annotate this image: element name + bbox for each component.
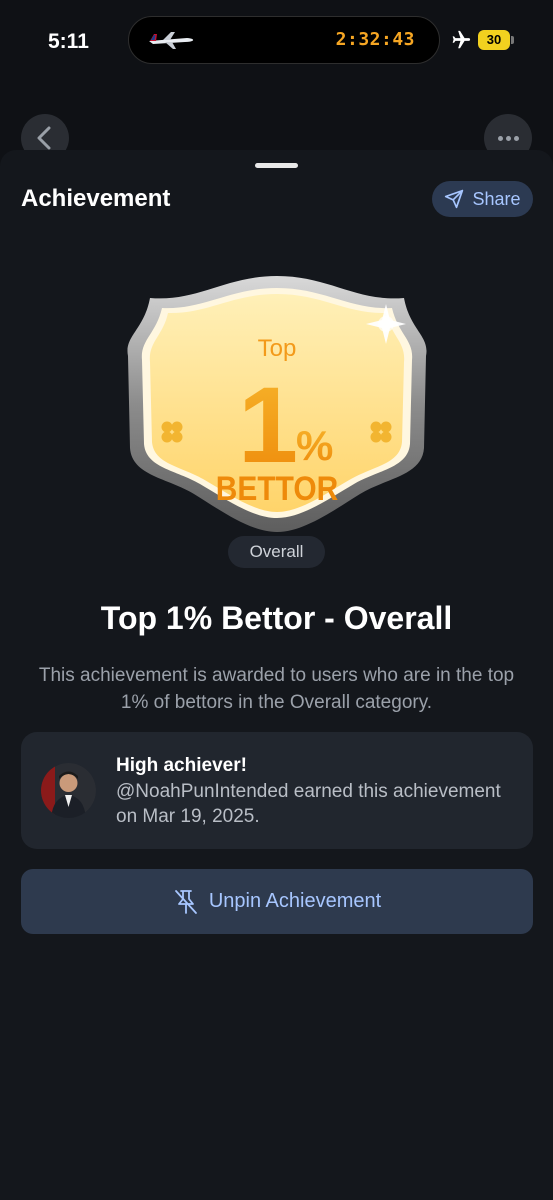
achievement-title: Top 1% Bettor - Overall (100, 600, 453, 636)
send-icon (445, 189, 464, 209)
badge-number: 1 (238, 364, 298, 485)
battery-level: 30 (478, 30, 510, 50)
earner-card: High achiever! @NoahPunIntended earned t… (21, 732, 533, 849)
sheet-grabber[interactable] (255, 163, 298, 168)
pin-off-icon (174, 889, 197, 914)
more-dots-icon (498, 136, 503, 141)
achievement-sheet: Achievement Share Top 1 % BETTOR Overall… (0, 150, 553, 1200)
achievement-description: This achievement is awarded to users who… (38, 665, 515, 713)
airplane-mode-icon (452, 30, 471, 49)
achievement-badge: Top 1 % BETTOR (127, 276, 427, 532)
unpin-achievement-button[interactable]: Unpin Achievement (21, 869, 533, 934)
share-label: Share (472, 188, 521, 209)
share-button[interactable]: Share (432, 181, 533, 217)
badge-percent: % (296, 422, 333, 469)
unpin-label: Unpin Achievement (208, 890, 382, 912)
airline-plane-icon (149, 32, 194, 49)
sheet-title: Achievement (21, 185, 171, 212)
status-time: 5:11 (48, 30, 89, 53)
card-heading: High achiever! (116, 755, 247, 776)
live-activity-timer: 2:32:43 (335, 29, 415, 50)
badge-bottom-text: BETTOR (216, 469, 338, 507)
dynamic-island[interactable]: 2:32:43 (128, 16, 440, 64)
card-text: @NoahPunIntended earned this achievement… (116, 781, 501, 827)
battery-indicator: 30 (478, 30, 516, 50)
badge-top-text: Top (258, 335, 297, 362)
avatar[interactable] (41, 763, 96, 818)
category-pill: Overall (228, 536, 325, 568)
